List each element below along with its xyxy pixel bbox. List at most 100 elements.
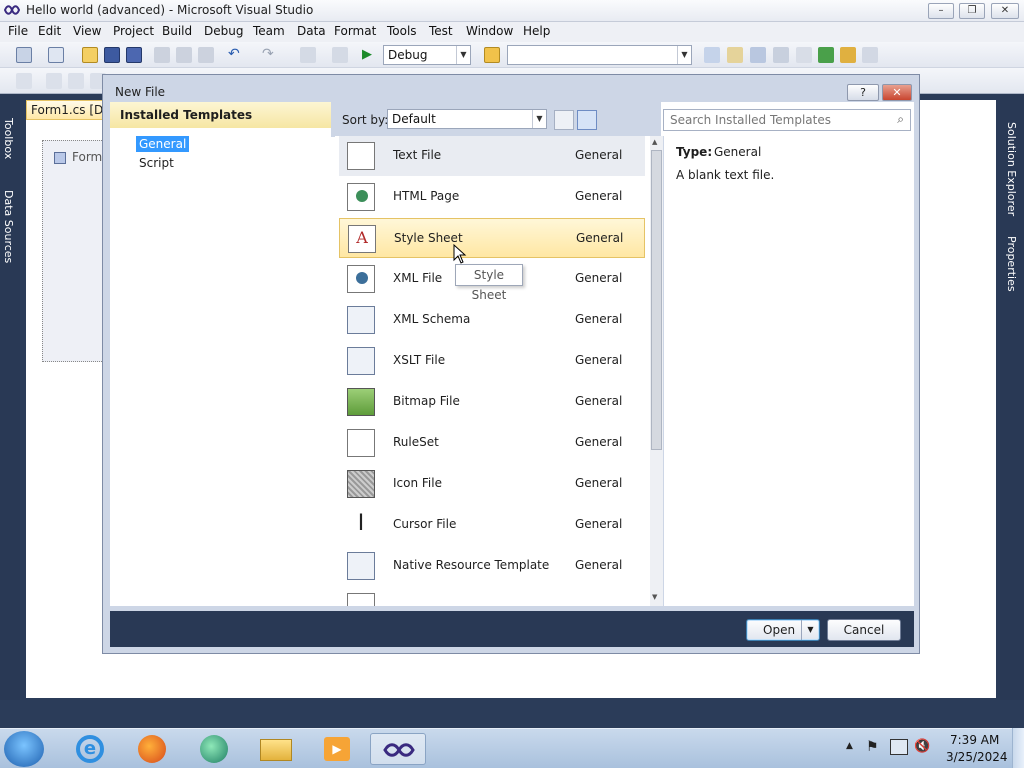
- menu-build[interactable]: Build: [162, 24, 192, 38]
- menu-tools[interactable]: Tools: [387, 24, 417, 38]
- help-button[interactable]: ?: [847, 84, 879, 101]
- align-centers-icon[interactable]: [68, 73, 84, 89]
- align-to-grid-icon[interactable]: [16, 73, 32, 89]
- bitmap-file-icon: [347, 388, 375, 416]
- import-icon[interactable]: [818, 47, 834, 63]
- menu-debug[interactable]: Debug: [204, 24, 243, 38]
- search-placeholder: Search Installed Templates: [670, 113, 831, 127]
- find-in-files-icon[interactable]: [484, 47, 500, 63]
- menu-window[interactable]: Window: [466, 24, 513, 38]
- template-row-partial[interactable]: [339, 587, 645, 606]
- close-window-button[interactable]: ✕: [991, 3, 1019, 19]
- cursor-file-icon: I: [357, 511, 365, 536]
- action-center-flag-icon[interactable]: ⚑: [866, 739, 882, 755]
- template-category: General: [575, 271, 623, 285]
- medium-icons-view-icon[interactable]: [577, 110, 597, 130]
- menu-project[interactable]: Project: [113, 24, 154, 38]
- scroll-up-icon[interactable]: ▲: [652, 138, 657, 146]
- toolbox-icon[interactable]: [773, 47, 789, 63]
- find-combo[interactable]: ▼: [507, 45, 692, 65]
- menu-team[interactable]: Team: [253, 24, 285, 38]
- align-lefts-icon[interactable]: [46, 73, 62, 89]
- sort-dropdown[interactable]: Default ▼: [387, 109, 547, 129]
- template-row[interactable]: Native Resource Template General: [339, 546, 645, 586]
- menu-help[interactable]: Help: [523, 24, 550, 38]
- maximize-button[interactable]: ❐: [959, 3, 985, 19]
- clock-time[interactable]: 7:39 AM: [950, 733, 999, 747]
- media-player-icon[interactable]: ▶: [310, 733, 366, 765]
- menu-view[interactable]: View: [73, 24, 101, 38]
- template-row[interactable]: Icon File General: [339, 464, 645, 504]
- internet-explorer-icon[interactable]: e: [62, 733, 118, 765]
- cancel-button[interactable]: Cancel: [827, 619, 901, 641]
- template-list: Text File General HTML Page General A St…: [335, 136, 663, 606]
- clock-date[interactable]: 3/25/2024: [946, 750, 1008, 764]
- menu-test[interactable]: Test: [429, 24, 453, 38]
- taskbar: e ▶ ▲ ⚑ 🔇: [0, 728, 1024, 768]
- add-item-icon[interactable]: [48, 47, 64, 63]
- scrollbar-thumb[interactable]: [651, 150, 662, 450]
- toolbox-tab[interactable]: Toolbox: [2, 118, 15, 159]
- start-debugging-icon[interactable]: ▶: [362, 47, 378, 63]
- solution-explorer-icon[interactable]: [704, 47, 720, 63]
- new-project-icon[interactable]: [16, 47, 32, 63]
- template-list-scrollbar[interactable]: ▲ ▼: [650, 136, 663, 606]
- open-dropdown-icon[interactable]: ▼: [801, 620, 819, 640]
- volume-muted-icon[interactable]: 🔇: [914, 739, 930, 754]
- template-row[interactable]: A Style Sheet General: [339, 218, 645, 258]
- menu-edit[interactable]: Edit: [38, 24, 61, 38]
- template-row[interactable]: XML Schema General: [339, 300, 645, 340]
- template-row[interactable]: XSLT File General: [339, 341, 645, 381]
- template-row[interactable]: RuleSet General: [339, 423, 645, 463]
- dialog-close-button[interactable]: ✕: [882, 84, 912, 101]
- start-button-icon[interactable]: [4, 731, 44, 767]
- title-bar: Hello world (advanced) - Microsoft Visua…: [0, 0, 1024, 22]
- cut-icon[interactable]: [154, 47, 170, 63]
- navigate-forward-icon[interactable]: [332, 47, 348, 63]
- template-category: General: [575, 189, 623, 203]
- category-general[interactable]: General: [136, 136, 190, 152]
- menu-format[interactable]: Format: [334, 24, 376, 38]
- save-all-icon[interactable]: [126, 47, 142, 63]
- template-row[interactable]: Text File General: [339, 136, 645, 176]
- properties-window-icon[interactable]: [727, 47, 743, 63]
- tools-icon[interactable]: [796, 47, 812, 63]
- solution-configuration-dropdown[interactable]: Debug ▼: [383, 45, 471, 65]
- template-row[interactable]: Bitmap File General: [339, 382, 645, 422]
- open-button[interactable]: Open ▼: [746, 619, 820, 641]
- object-browser-icon[interactable]: [750, 47, 766, 63]
- chat-app-icon[interactable]: [186, 733, 242, 765]
- save-icon[interactable]: [104, 47, 120, 63]
- menu-file[interactable]: File: [8, 24, 28, 38]
- paste-icon[interactable]: [198, 47, 214, 63]
- open-file-icon[interactable]: [82, 47, 98, 63]
- firefox-icon[interactable]: [124, 733, 180, 765]
- search-icon: ⌕: [897, 112, 904, 126]
- template-name: Style Sheet: [394, 231, 463, 245]
- navigate-backward-icon[interactable]: [300, 47, 316, 63]
- extension-manager-icon[interactable]: [840, 47, 856, 63]
- document-tab[interactable]: Form1.cs [Design]: [26, 100, 106, 120]
- scroll-down-icon[interactable]: ▼: [652, 593, 657, 601]
- category-script[interactable]: Script: [136, 155, 177, 171]
- copy-icon[interactable]: [176, 47, 192, 63]
- redo-icon[interactable]: ↷: [262, 47, 278, 63]
- file-explorer-icon[interactable]: [248, 733, 304, 765]
- menu-data[interactable]: Data: [297, 24, 326, 38]
- solution-explorer-tab[interactable]: Solution Explorer: [1005, 122, 1018, 216]
- small-icons-view-icon[interactable]: [554, 110, 574, 130]
- undo-icon[interactable]: ↶: [228, 47, 244, 63]
- properties-tab[interactable]: Properties: [1005, 236, 1018, 292]
- show-desktop-button[interactable]: [1012, 728, 1024, 768]
- search-installed-templates-input[interactable]: Search Installed Templates ⌕: [663, 109, 911, 131]
- data-sources-tab[interactable]: Data Sources: [2, 190, 15, 263]
- visual-studio-taskbar-icon[interactable]: [370, 733, 426, 765]
- template-row[interactable]: HTML Page General: [339, 177, 645, 217]
- network-icon[interactable]: [890, 739, 908, 755]
- show-hidden-icons-icon[interactable]: ▲: [846, 741, 853, 751]
- template-name: RuleSet: [393, 435, 439, 449]
- template-row[interactable]: I Cursor File General: [339, 505, 645, 545]
- command-window-icon[interactable]: [862, 47, 878, 63]
- minimize-button[interactable]: –: [928, 3, 954, 19]
- template-category: General: [575, 476, 623, 490]
